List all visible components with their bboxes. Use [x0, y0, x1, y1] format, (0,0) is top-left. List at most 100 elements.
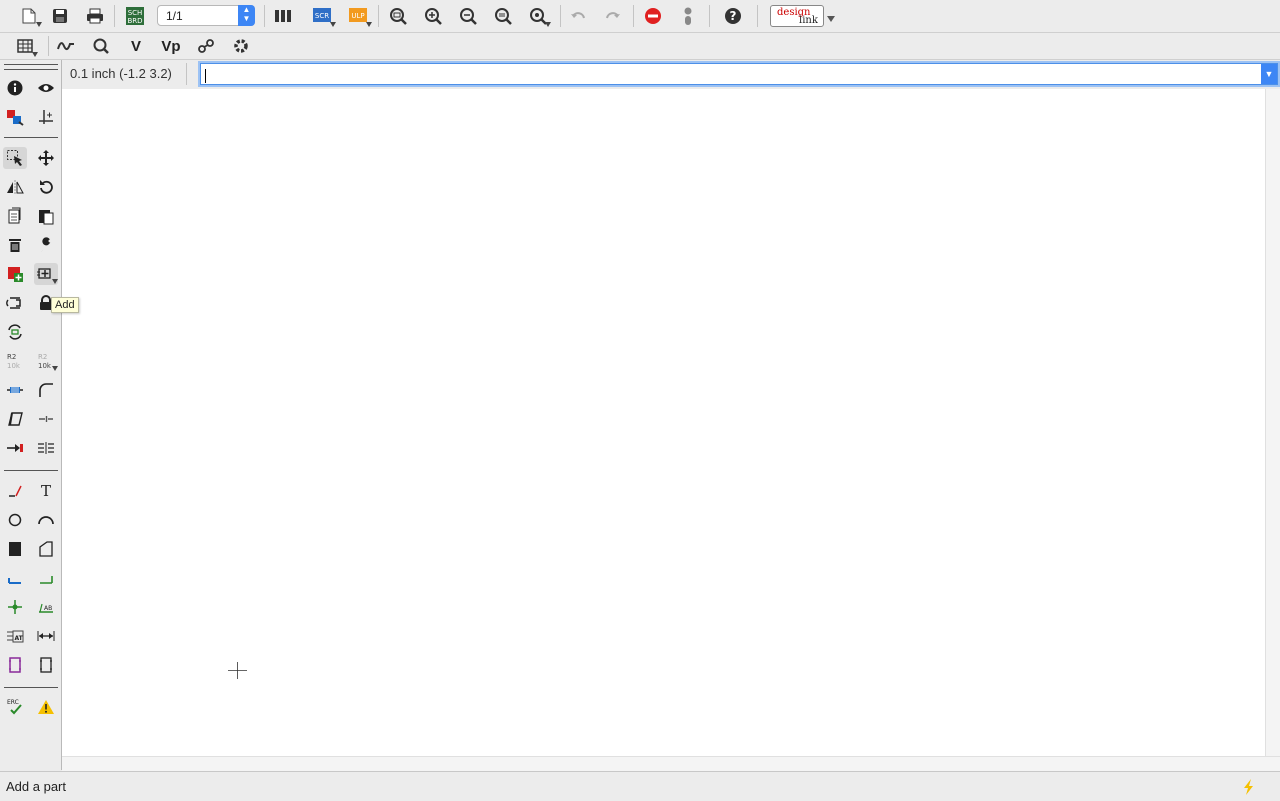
paste-icon[interactable] — [34, 205, 58, 227]
svg-text:?: ? — [730, 9, 737, 23]
move-icon[interactable] — [34, 147, 58, 169]
coordinate-display: 0.1 inch (-1.2 3.2) — [70, 66, 172, 81]
command-toolbar: R2 10k R2 10k T AB AT ERC — [0, 60, 62, 770]
show-eye-icon[interactable] — [34, 77, 58, 99]
swap-gate-icon[interactable] — [3, 321, 27, 343]
add-button[interactable] — [34, 263, 58, 285]
module-icon[interactable] — [34, 654, 58, 676]
junction-icon[interactable] — [3, 596, 27, 618]
name-icon-r2: R2 — [7, 353, 16, 361]
rectangle-icon[interactable] — [3, 538, 27, 560]
add-tooltip: Add — [51, 297, 79, 313]
logo-text-link: link — [799, 15, 818, 26]
erc-icon[interactable]: ERC — [3, 696, 27, 718]
select-group-icon[interactable] — [3, 147, 27, 169]
mirror-icon[interactable] — [3, 176, 27, 198]
v-icon[interactable]: V — [123, 34, 149, 58]
add-part-icon[interactable] — [3, 263, 27, 285]
logo-dropdown-icon[interactable] — [827, 16, 835, 22]
go-icon[interactable] — [675, 4, 701, 28]
align-icon[interactable] — [34, 437, 58, 459]
brd-label: BRD — [127, 17, 142, 25]
settings-icon[interactable] — [228, 34, 254, 58]
page-select[interactable]: 1/1 ▲ ▼ — [157, 5, 255, 26]
zoom-fit-icon[interactable] — [385, 4, 411, 28]
v-label: V — [130, 37, 141, 55]
value-icon-r2: R2 — [38, 353, 47, 361]
help-icon[interactable]: ? — [720, 4, 746, 28]
horizontal-scrollbar[interactable] — [62, 756, 1280, 771]
replace-icon[interactable] — [3, 292, 27, 314]
label-icon[interactable]: AB — [34, 596, 58, 618]
fusion-sync-icon[interactable] — [193, 34, 219, 58]
circle-icon[interactable] — [3, 509, 27, 531]
mark-origin-icon[interactable] — [34, 106, 58, 128]
polygon-icon[interactable] — [34, 538, 58, 560]
name-icon-10k: 10k — [7, 362, 21, 370]
vp-label: Vp — [161, 37, 181, 55]
page-select-value: 1/1 — [166, 9, 183, 23]
page-stepper[interactable]: ▲ ▼ — [238, 5, 255, 26]
script-icon[interactable]: SCR — [310, 4, 336, 28]
text-icon-label: T — [40, 482, 51, 500]
lightning-icon — [1244, 779, 1253, 795]
info-icon[interactable] — [3, 77, 27, 99]
rotate-icon[interactable] — [34, 176, 58, 198]
zoom-redraw-icon[interactable] — [490, 4, 516, 28]
wrench-icon[interactable] — [34, 234, 58, 256]
sch-label: SCH — [128, 9, 143, 17]
value-icon-10k: 10k — [38, 362, 52, 370]
svg-text:AB: AB — [44, 605, 52, 612]
command-history-dropdown[interactable]: ▼ — [1261, 64, 1277, 84]
vertical-scrollbar[interactable] — [1265, 89, 1280, 756]
search-part-icon[interactable] — [88, 34, 114, 58]
design-link-logo[interactable]: design link — [770, 5, 824, 27]
name-icon[interactable]: R2 10k — [3, 350, 27, 372]
vp-icon[interactable]: Vp — [158, 34, 184, 58]
ulp-label: ULP — [351, 12, 364, 20]
open-icon[interactable] — [16, 4, 42, 28]
net-icon[interactable] — [3, 567, 27, 589]
undo-icon[interactable] — [565, 4, 591, 28]
dimension-icon[interactable] — [34, 625, 58, 647]
main-toolbar: SCH BRD 1/1 ▲ ▼ SCR ULP ? design link — [0, 0, 1280, 33]
grid-icon[interactable] — [12, 34, 38, 58]
smash-icon[interactable] — [3, 379, 27, 401]
scr-label: SCR — [315, 12, 329, 20]
pinswap-icon[interactable] — [3, 437, 27, 459]
value-icon[interactable]: R2 10k — [34, 350, 58, 372]
frame-icon[interactable] — [3, 654, 27, 676]
zoom-in-icon[interactable] — [420, 4, 446, 28]
text-icon[interactable]: T — [34, 480, 58, 502]
redo-icon[interactable] — [600, 4, 626, 28]
delete-icon[interactable] — [3, 234, 27, 256]
drawing-canvas[interactable] — [62, 89, 1265, 756]
zoom-out-icon[interactable] — [455, 4, 481, 28]
arc-icon[interactable] — [34, 509, 58, 531]
print-icon[interactable] — [82, 4, 108, 28]
simulator-icon[interactable] — [53, 34, 79, 58]
stop-icon[interactable] — [640, 4, 666, 28]
miter-icon[interactable] — [34, 379, 58, 401]
secondary-toolbar: V Vp — [0, 33, 1280, 60]
zoom-select-icon[interactable] — [525, 4, 551, 28]
cam-processor-icon[interactable] — [270, 4, 296, 28]
ulp-icon[interactable]: ULP — [346, 4, 372, 28]
layer-settings-icon[interactable] — [3, 106, 27, 128]
copy-icon[interactable] — [3, 205, 27, 227]
save-icon[interactable] — [47, 4, 73, 28]
split-icon[interactable] — [3, 408, 27, 430]
bus-icon[interactable] — [34, 567, 58, 589]
text-cursor — [205, 68, 206, 83]
status-bar: Add a part — [0, 771, 1280, 801]
crosshair-cursor — [228, 662, 247, 679]
warning-icon[interactable] — [34, 696, 58, 718]
erc-label: ERC — [7, 699, 19, 706]
attribute-icon[interactable]: AT — [3, 625, 27, 647]
line-icon[interactable] — [3, 480, 27, 502]
status-text: Add a part — [6, 779, 66, 794]
optimize-icon[interactable] — [34, 408, 58, 430]
command-line-input[interactable]: ▼ — [200, 63, 1278, 85]
svg-text:AT: AT — [15, 635, 24, 642]
sch-brd-switch-icon[interactable]: SCH BRD — [122, 4, 148, 28]
